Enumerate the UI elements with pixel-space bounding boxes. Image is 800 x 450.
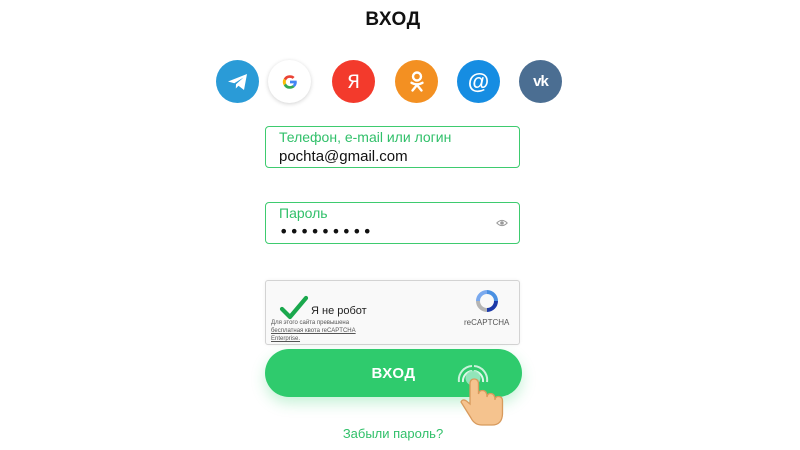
recaptcha-logo-icon <box>476 290 498 312</box>
recaptcha-quota-note: Для этого сайта превышена бесплатная кво… <box>271 319 391 343</box>
recaptcha-widget: Я не робот reCAPTCHA Для этого сайта пре… <box>265 280 520 345</box>
login-field[interactable]: Телефон, e-mail или логин pochta@gmail.c… <box>265 126 520 168</box>
recaptcha-enterprise-link[interactable]: Enterprise. <box>271 335 391 343</box>
login-field-value[interactable]: pochta@gmail.com <box>279 148 408 165</box>
social-login-row: Я @ vk <box>216 60 566 104</box>
yandex-icon: Я <box>346 70 361 93</box>
page-title: ВХОД <box>365 9 421 30</box>
eye-icon[interactable] <box>496 217 508 229</box>
forgot-password-link[interactable]: Забыли пароль? <box>0 426 786 441</box>
password-field[interactable]: Пароль ••••••••• <box>265 202 520 244</box>
telegram-icon <box>227 73 247 90</box>
password-field-value[interactable]: ••••••••• <box>279 222 373 241</box>
password-field-label: Пароль <box>279 205 328 221</box>
odnoklassniki-login-button[interactable] <box>395 60 438 103</box>
at-icon: @ <box>467 68 490 94</box>
mailru-login-button[interactable]: @ <box>457 60 500 103</box>
recaptcha-label: Я не робот <box>311 305 367 317</box>
login-field-label: Телефон, e-mail или логин <box>279 129 452 145</box>
odnoklassniki-icon <box>409 70 424 92</box>
google-login-button[interactable] <box>268 60 311 103</box>
recaptcha-quota-link[interactable]: бесплатная квота reCAPTCHA <box>271 327 391 335</box>
telegram-login-button[interactable] <box>216 60 259 103</box>
google-icon <box>282 74 297 89</box>
recaptcha-brand: reCAPTCHA <box>464 318 510 327</box>
vk-icon: vk <box>533 73 549 90</box>
login-button-label: ВХОД <box>371 364 416 382</box>
yandex-login-button[interactable]: Я <box>332 60 375 103</box>
tap-hand-icon <box>457 365 504 426</box>
vk-login-button[interactable]: vk <box>519 60 562 103</box>
recaptcha-note-line1: Для этого сайта превышена <box>271 320 350 326</box>
login-page: ВХОД Я @ vk Телефон, e-mail или логин po… <box>0 0 800 450</box>
checkmark-icon[interactable] <box>279 295 309 321</box>
